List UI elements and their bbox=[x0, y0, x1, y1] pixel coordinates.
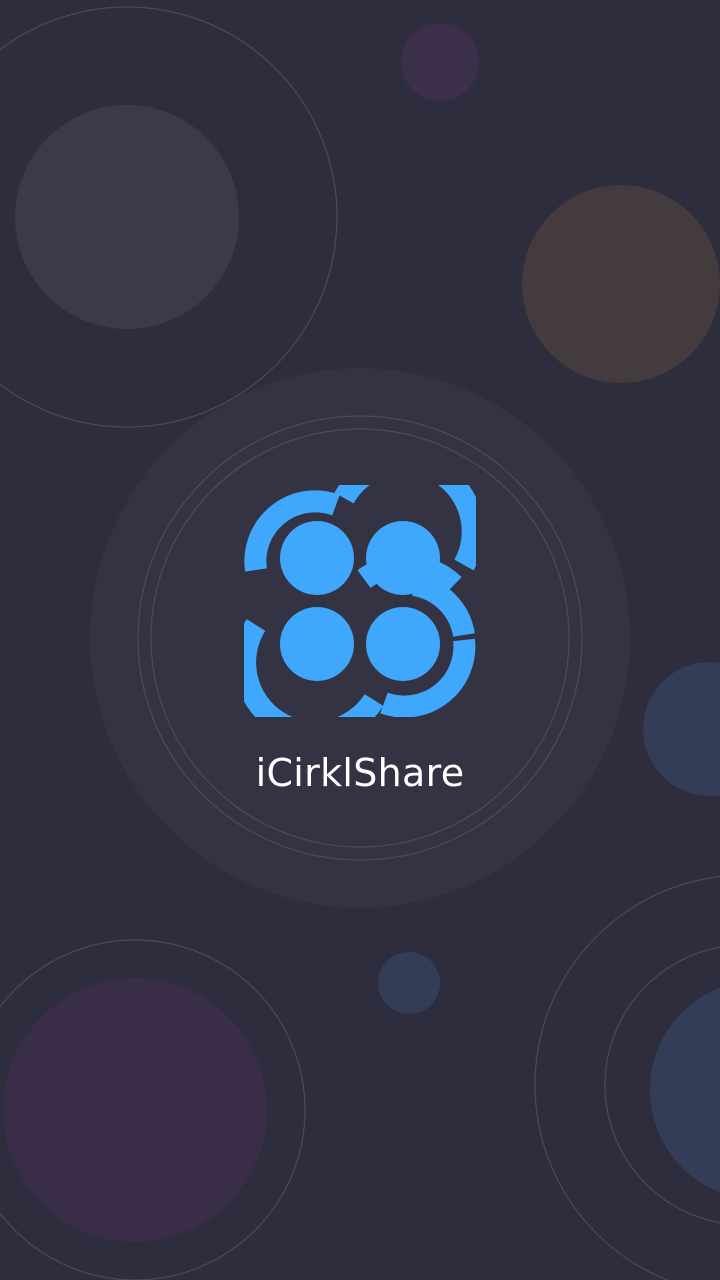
bubble-top-left bbox=[15, 105, 239, 329]
bubble-top-purple bbox=[401, 23, 479, 101]
bubble-bottom-small bbox=[378, 952, 440, 1014]
app-name-label: iCirklShare bbox=[255, 751, 465, 795]
bubble-right-brown bbox=[522, 185, 720, 383]
icirklshare-logo-icon bbox=[244, 485, 476, 717]
splash-screen: iCirklShare bbox=[0, 0, 720, 1280]
bubble-bottom-right bbox=[650, 987, 720, 1193]
bubble-bottom-left bbox=[3, 978, 267, 1242]
